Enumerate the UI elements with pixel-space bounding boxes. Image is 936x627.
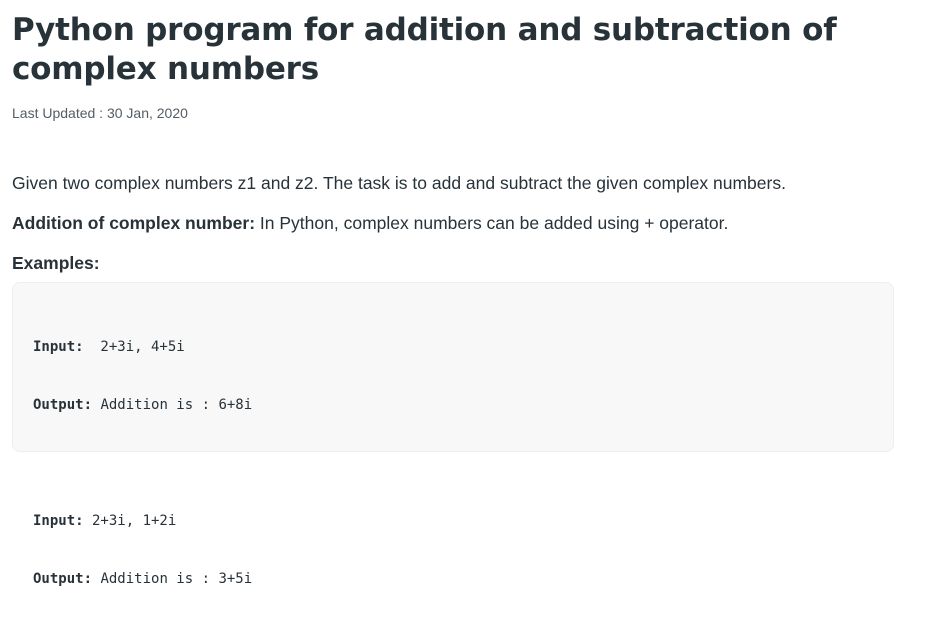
input-label: Input:: [33, 513, 84, 529]
example-output-line: Output: Addition is : 6+8i: [33, 395, 252, 421]
input-value: 2+3i, 4+5i: [83, 339, 185, 355]
intro-paragraph: Given two complex numbers z1 and z2. The…: [12, 173, 786, 193]
example-input-line: Input: 2+3i, 4+5i: [33, 337, 252, 363]
output-value: Addition is : 3+5i: [92, 571, 253, 587]
input-label: Input:: [33, 339, 84, 355]
code-lines: Input: 2+3i, 4+5i Output: Addition is : …: [33, 305, 252, 627]
output-label: Output:: [33, 397, 93, 413]
example-input-line: Input: 2+3i, 1+2i: [33, 511, 252, 537]
code-spacer: [33, 453, 252, 479]
addition-text: In Python, complex numbers can be added …: [255, 213, 729, 233]
addition-heading: Addition of complex number:: [12, 213, 256, 233]
output-label: Output:: [33, 571, 93, 587]
article: Python program for addition and subtract…: [12, 0, 912, 587]
addition-paragraph: Addition of complex number: In Python, c…: [12, 212, 912, 234]
example-code-block: Input: 2+3i, 4+5i Output: Addition is : …: [12, 282, 894, 587]
output-value: Addition is : 6+8i: [92, 397, 253, 413]
last-updated-date: Last Updated : 30 Jan, 2020: [12, 105, 188, 121]
input-value: 2+3i, 1+2i: [83, 513, 177, 529]
examples-heading: Examples:: [12, 253, 100, 273]
example-output-line: Output: Addition is : 3+5i: [33, 569, 252, 595]
page-title: Python program for addition and subtract…: [12, 12, 837, 87]
